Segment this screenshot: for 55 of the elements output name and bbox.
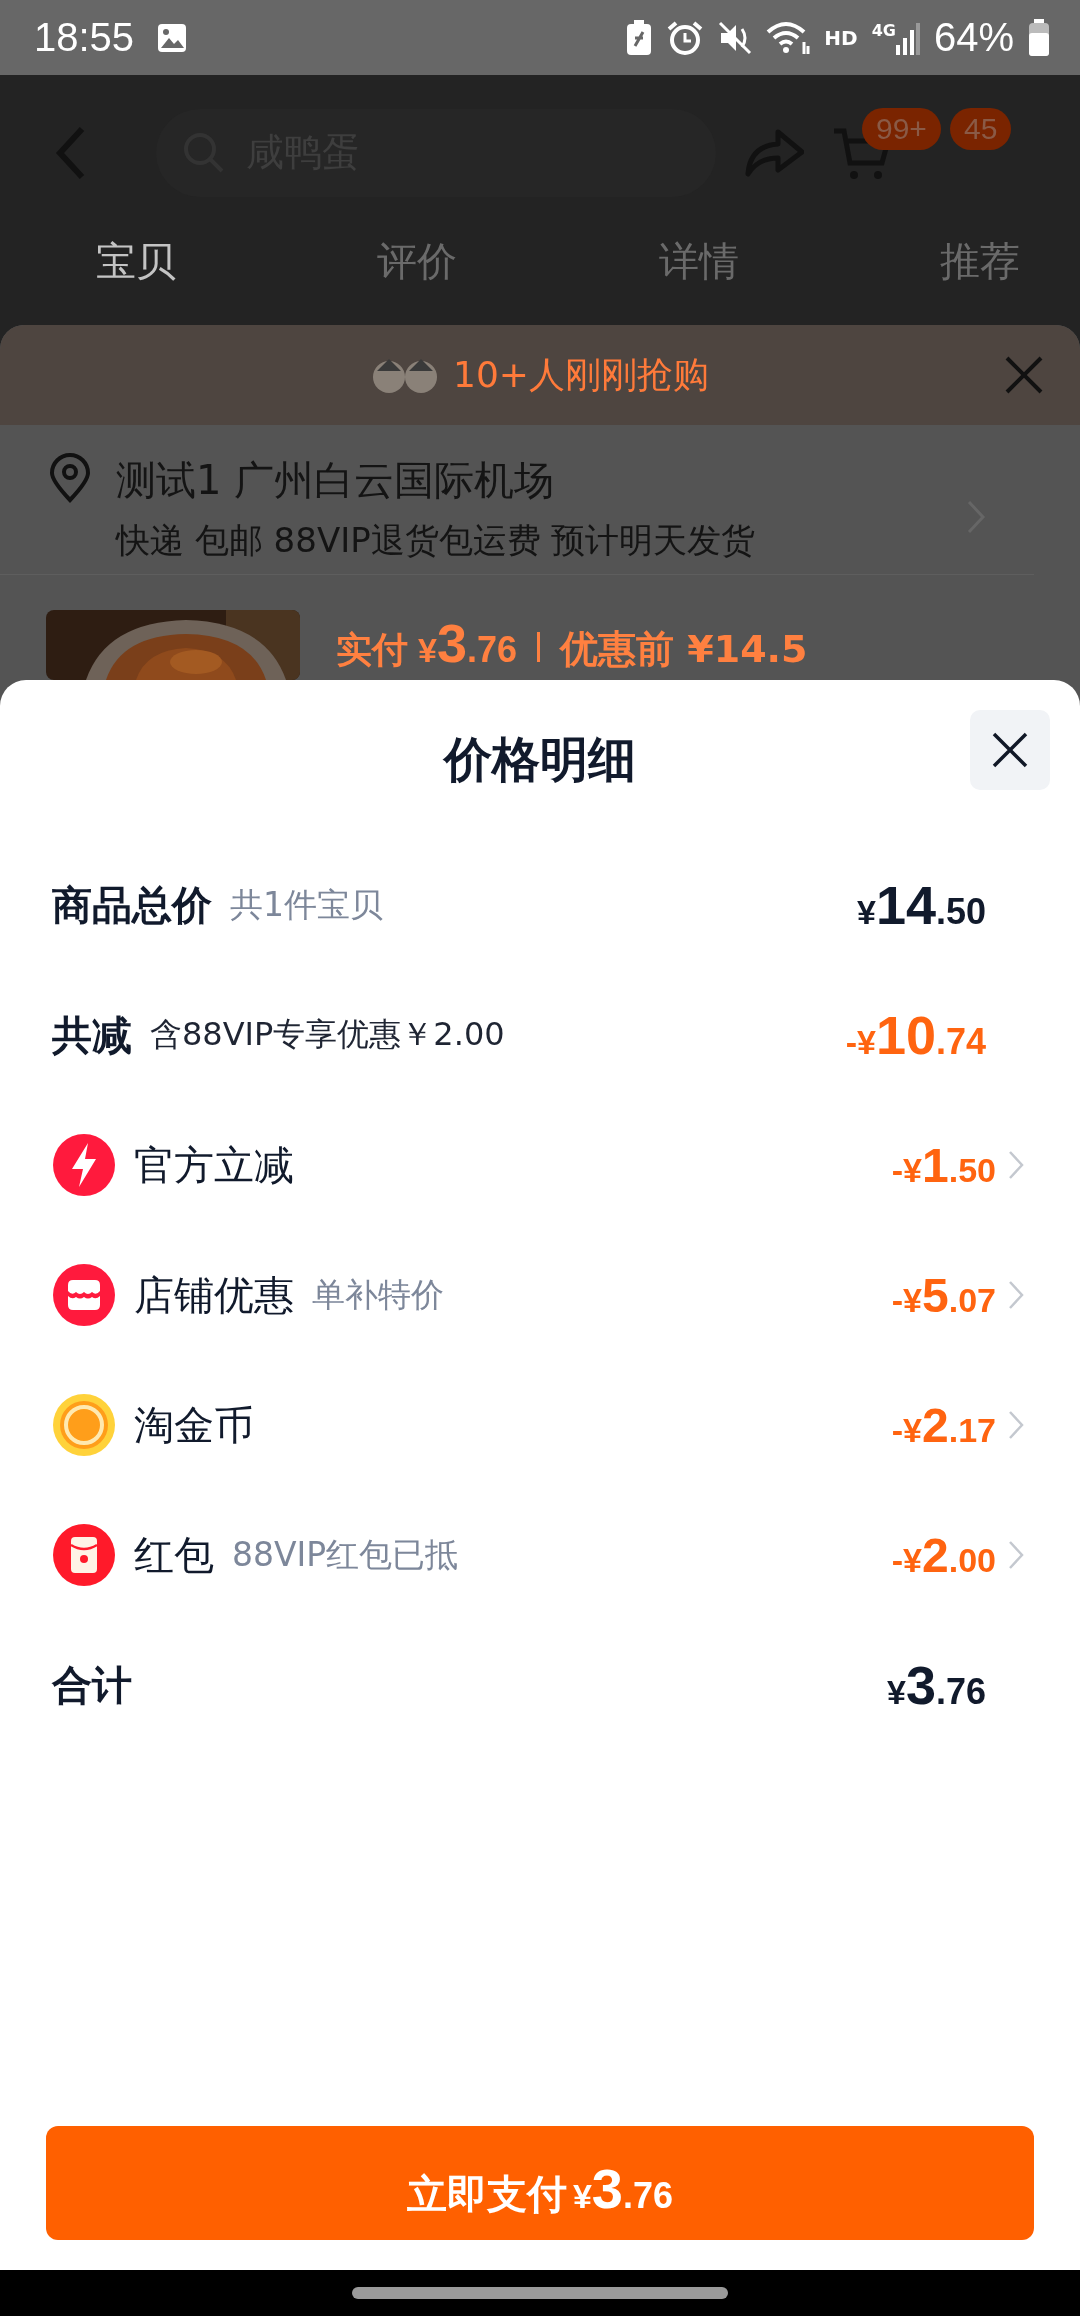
chevron-right-icon: [1008, 1150, 1024, 1180]
chevron-right-icon: [1008, 1410, 1024, 1440]
close-button[interactable]: [970, 710, 1050, 790]
discount-amount: -¥2.17: [891, 1397, 996, 1453]
location-pin-icon: [48, 453, 92, 503]
discount-amount: -¥2.00: [891, 1527, 996, 1583]
envelope-icon: [52, 1523, 116, 1587]
mute-icon: [718, 20, 753, 55]
clock-time: 18:55: [34, 15, 135, 60]
row-label: 共减: [52, 1010, 132, 1060]
network-label: 4G: [871, 20, 896, 40]
tab[interactable]: 宝贝: [96, 230, 176, 289]
address-text: 测试1 广州白云国际机场: [116, 456, 556, 505]
wifi-icon: [766, 19, 811, 56]
banner-text: 10+人刚刚抢购: [453, 352, 709, 397]
message-badge: 45: [950, 107, 1012, 150]
discount-item[interactable]: 淘金币 -¥2.17: [0, 1360, 1080, 1490]
row-note: 单补特价: [312, 1273, 444, 1316]
cart-badge: 99+: [862, 107, 941, 150]
signal-icon: [895, 20, 920, 55]
original-price: 优惠前 ¥14.5: [560, 626, 808, 673]
chevron-right-icon: [1008, 1540, 1024, 1570]
discount-item[interactable]: 官方立减 -¥1.50: [0, 1100, 1080, 1230]
alarm-icon: [666, 19, 705, 56]
close-icon: [1004, 355, 1044, 395]
delivery-text: 快递 包邮 88VIP退货包运费 预计明天发货: [116, 519, 757, 562]
row-label: 官方立减: [134, 1140, 294, 1190]
lightning-icon: [52, 1133, 116, 1197]
row-label: 合计: [52, 1660, 132, 1710]
battery-percent: 64%: [933, 15, 1014, 60]
chevron-right-icon: [1008, 1280, 1024, 1310]
hd-label: HD: [824, 25, 858, 50]
battery-saver-icon: [626, 19, 653, 56]
row-note: 共1件宝贝: [230, 883, 383, 926]
store-icon: [52, 1263, 116, 1327]
price-amount: ¥3.76: [887, 1654, 986, 1716]
row-note: 含88VIP专享优惠￥2.00: [150, 1014, 505, 1055]
paid-price: ¥3.76: [418, 612, 517, 674]
discount-item[interactable]: 红包 88VIP红包已抵 -¥2.00: [0, 1490, 1080, 1620]
row-label: 淘金币: [134, 1400, 254, 1450]
paid-label: 实付: [336, 628, 408, 672]
row-note: 88VIP红包已抵: [232, 1533, 459, 1576]
discount-amount: -¥10.74: [845, 1004, 986, 1066]
row-label: 店铺优惠: [134, 1270, 294, 1320]
row-label: 商品总价: [52, 880, 212, 930]
row-label: 红包: [134, 1530, 214, 1580]
discount-item[interactable]: 店铺优惠 单补特价 -¥5.07: [0, 1230, 1080, 1360]
close-icon: [992, 732, 1028, 768]
sheet-title: 价格明细: [444, 730, 636, 789]
discount-amount: -¥1.50: [891, 1137, 996, 1193]
coin-icon: [52, 1393, 116, 1457]
price-amount: ¥14.50: [856, 874, 986, 936]
image-icon: [156, 21, 189, 54]
discount-amount: -¥5.07: [891, 1267, 996, 1323]
battery-icon: [1028, 18, 1050, 57]
